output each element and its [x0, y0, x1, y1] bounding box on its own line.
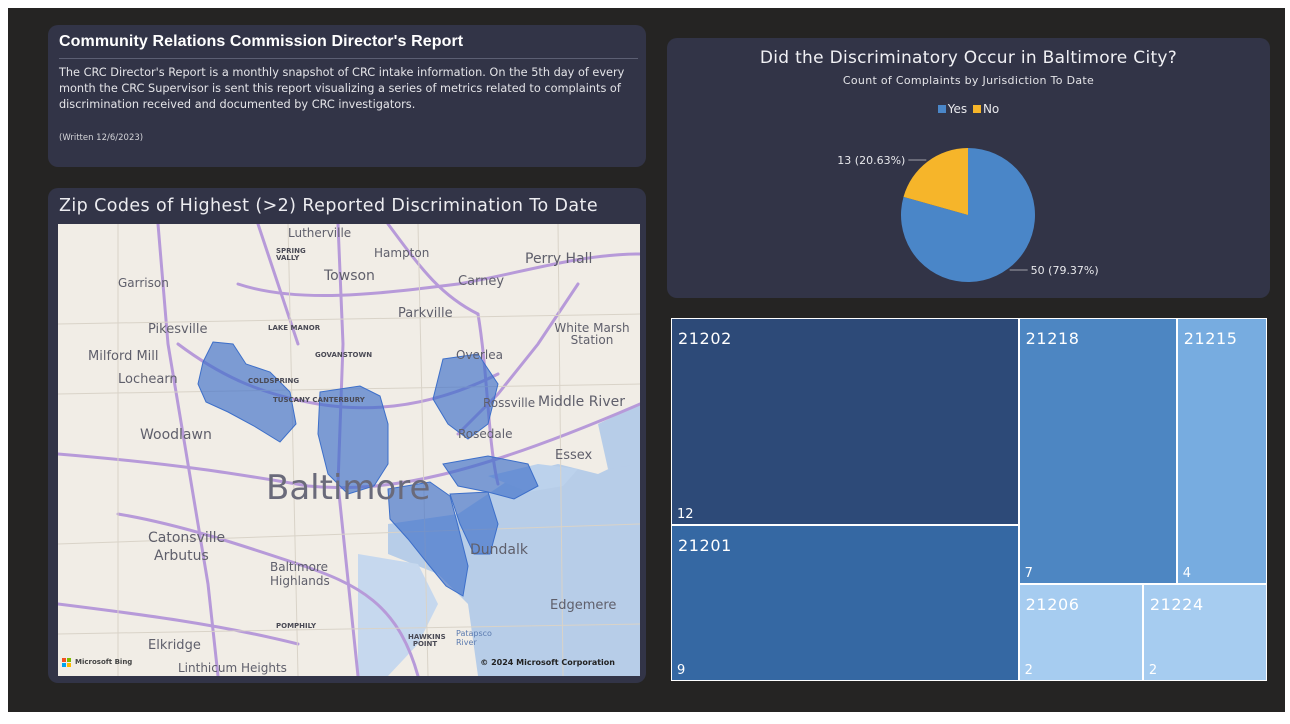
treemap-tile-21202[interactable]: 21202 12 — [671, 318, 1019, 526]
treemap-tile-value: 4 — [1182, 566, 1191, 582]
map-copyright: © 2024 Microsoft Corporation — [480, 658, 615, 667]
treemap-tile-label: 21201 — [678, 536, 732, 556]
treemap-tile-value: 2 — [1148, 662, 1158, 678]
map-label-baltimore-highlands: Baltimore Highlands — [270, 560, 330, 588]
map-label-spring-vally: SPRING VALLY — [276, 247, 306, 262]
treemap-tile-value: 7 — [1024, 566, 1033, 582]
report-title: Community Relations Commission Director'… — [59, 33, 464, 50]
map-label-lake-manor: LAKE MANOR — [268, 324, 321, 332]
map-label-rosedale: Rosedale — [458, 427, 513, 441]
pie-data-label-yes: 50 (79.37%) — [1031, 264, 1099, 277]
map-label-hawkins-point: HAWKINS POINT — [408, 633, 446, 648]
map-label-lochearn: Lochearn — [118, 372, 178, 387]
map-label-carney: Carney — [458, 274, 505, 289]
zip-map[interactable]: Lutherville Hampton Perry Hall Garrison … — [58, 224, 640, 676]
map-label-catonsville: Catonsville — [148, 530, 226, 546]
map-label-patapsco-river: Patapsco River — [456, 629, 492, 647]
map-label-towson: Towson — [324, 268, 375, 284]
report-header-card: Community Relations Commission Director'… — [48, 25, 646, 167]
treemap-tile-label: 21202 — [678, 329, 732, 348]
treemap-tile-21224[interactable]: 21224 2 — [1142, 584, 1267, 681]
report-description: The CRC Director's Report is a monthly s… — [59, 66, 625, 111]
pie-chart[interactable]: 50 (79.37%) 13 (20.63%) — [667, 38, 1270, 298]
treemap-tile-21218[interactable]: 21218 7 — [1018, 318, 1177, 585]
map-label-white-marsh: White Marsh Station — [554, 321, 630, 347]
map-label-hampton: Hampton — [374, 246, 430, 260]
treemap-tile-label: 21215 — [1183, 329, 1238, 348]
map-label-rossville: Rossville — [483, 396, 536, 410]
map-label-tuscany-canterbury: TUSCANY CANTERBURY — [273, 396, 365, 404]
map-label-middle-river: Middle River — [538, 394, 625, 410]
dashboard-canvas: Community Relations Commission Director'… — [8, 8, 1285, 712]
map-label-pomphily: POMPHILY — [276, 622, 317, 630]
map-label-govanstown: GOVANSTOWN — [315, 351, 373, 359]
treemap-tile-value: 2 — [1024, 662, 1033, 678]
map-label-lutherville: Lutherville — [288, 226, 352, 240]
map-label-overlea: Overlea — [456, 348, 503, 362]
map-label-linthicum-heights: Linthicum Heights — [178, 661, 287, 675]
map-label-parkville: Parkville — [398, 306, 453, 321]
treemap-tile-value: 12 — [677, 507, 694, 523]
map-label-perry-hall: Perry Hall — [525, 251, 593, 267]
map-label-dundalk: Dundalk — [470, 542, 528, 558]
jurisdiction-pie-card: Did the Discriminatory Occur in Baltimor… — [667, 38, 1270, 298]
map-label-elkridge: Elkridge — [148, 638, 201, 653]
map-label-coldspring: COLDSPRING — [248, 377, 300, 385]
map-label-arbutus: Arbutus — [154, 548, 209, 564]
title-divider — [59, 58, 638, 59]
zip-treemap: 21202 12 21201 9 21218 7 21215 4 21206 2 21224 2 — [671, 318, 1267, 681]
map-label-baltimore: Baltimore — [266, 468, 431, 508]
map-label-edgemere: Edgemere — [550, 598, 617, 613]
treemap-tile-21201[interactable]: 21201 9 — [671, 525, 1019, 681]
zip-map-card: Zip Codes of Highest (>2) Reported Discr… — [48, 188, 646, 683]
map-label-milford-mill: Milford Mill — [88, 349, 159, 364]
treemap-tile-21206[interactable]: 21206 2 — [1018, 584, 1143, 681]
map-label-garrison: Garrison — [118, 276, 169, 290]
treemap-tile-label: 21224 — [1149, 595, 1204, 615]
map-label-woodlawn: Woodlawn — [140, 427, 212, 443]
treemap-tile-value: 9 — [677, 662, 686, 678]
microsoft-logo-icon — [62, 658, 72, 668]
map-brand: Microsoft Bing — [75, 658, 133, 666]
report-written-note: (Written 12/6/2023) — [59, 133, 144, 143]
map-label-essex: Essex — [555, 448, 593, 463]
treemap-tile-21215[interactable]: 21215 4 — [1176, 318, 1267, 585]
treemap-tile-label: 21206 — [1025, 595, 1080, 615]
pie-data-label-no: 13 (20.63%) — [837, 154, 905, 167]
map-title: Zip Codes of Highest (>2) Reported Discr… — [59, 196, 598, 216]
treemap-tile-label: 21218 — [1025, 329, 1080, 348]
map-label-pikesville: Pikesville — [148, 322, 208, 337]
